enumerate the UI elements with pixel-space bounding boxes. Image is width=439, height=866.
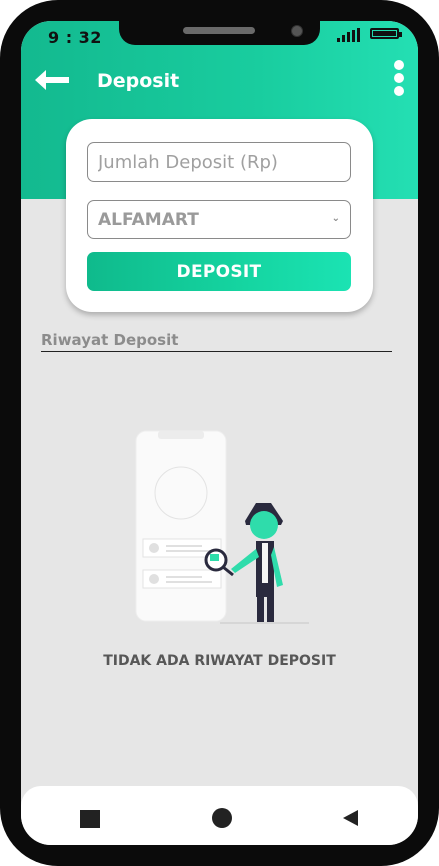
chevron-down-icon: ⌄	[331, 213, 340, 224]
camera	[291, 25, 303, 37]
home-circle-icon[interactable]	[212, 808, 232, 828]
page-title: Deposit	[97, 70, 180, 92]
back-triangle-icon[interactable]	[343, 810, 358, 826]
deposit-form-card: ALFAMART ⌄ DEPOSIT	[66, 119, 373, 312]
notch	[119, 21, 320, 45]
more-vertical-icon[interactable]	[393, 60, 405, 96]
recents-square-icon[interactable]	[80, 810, 100, 828]
empty-history-text: TIDAK ADA RIWAYAT DEPOSIT	[103, 653, 336, 669]
battery-icon	[370, 28, 402, 39]
amount-input[interactable]	[87, 142, 351, 182]
speaker	[183, 27, 255, 34]
phone-frame: Deposit 9 : 32 ALFAMART ⌄ DEPOSIT Riwaya…	[0, 0, 439, 866]
screen: Deposit 9 : 32 ALFAMART ⌄ DEPOSIT Riwaya…	[21, 21, 418, 845]
payment-method-select[interactable]: ALFAMART ⌄	[87, 200, 351, 239]
deposit-button[interactable]: DEPOSIT	[87, 252, 351, 291]
history-label: Riwayat Deposit	[41, 331, 179, 349]
history-divider	[41, 351, 392, 352]
signal-icon	[337, 28, 360, 42]
bottom-navigation-bar	[21, 786, 418, 845]
status-time: 9 : 32	[48, 28, 102, 47]
empty-state-illustration	[121, 425, 321, 635]
payment-method-value: ALFAMART	[98, 209, 199, 230]
back-arrow-icon[interactable]	[34, 69, 70, 91]
